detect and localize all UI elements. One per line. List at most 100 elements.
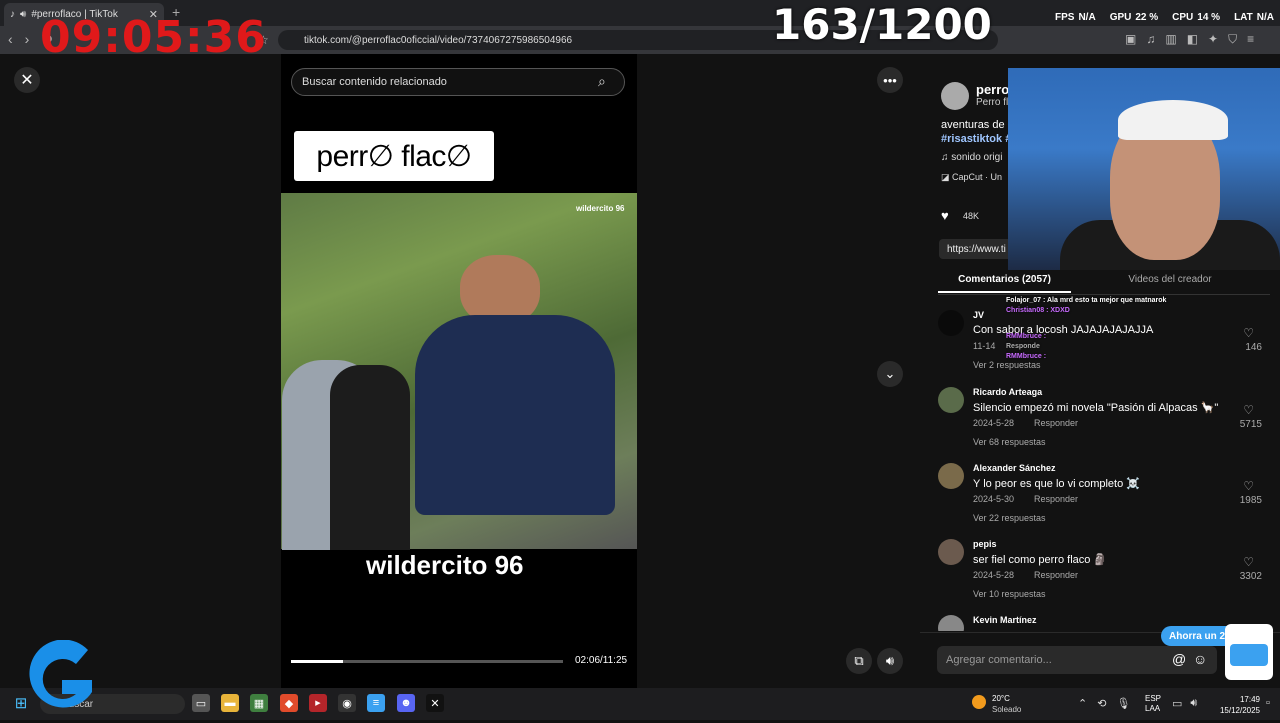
- divider: [938, 294, 1270, 295]
- wallet-icon[interactable]: ◧: [1187, 32, 1198, 47]
- avatar[interactable]: [938, 463, 964, 489]
- tab-creator-videos[interactable]: Videos del creador: [1090, 274, 1250, 285]
- language-indicator[interactable]: ESP LAA: [1145, 694, 1161, 714]
- weather-desc: Soleado: [992, 705, 1022, 714]
- audio-icon[interactable]: 🔊︎: [20, 9, 26, 20]
- like-count: 48K: [963, 211, 980, 221]
- comment-text: Silencio empezó mi novela "Pasión di Alp…: [973, 402, 1219, 414]
- comment-text: Y lo peor es que lo vi completo ☠️: [973, 478, 1140, 490]
- capcut-info[interactable]: ◪ CapCut · Un: [941, 172, 1002, 183]
- emoji-icon[interactable]: ☺: [1193, 651, 1207, 667]
- lang-code: ESP: [1145, 694, 1162, 703]
- reply-button[interactable]: Responder: [1034, 570, 1078, 580]
- capcut-app-icon[interactable]: ✕: [426, 694, 444, 712]
- mascot-body: [1230, 644, 1268, 666]
- store-icon[interactable]: ▦: [250, 694, 268, 712]
- search-icon[interactable]: ⌕: [598, 73, 606, 90]
- progress-fill: [291, 660, 343, 663]
- heart-icon[interactable]: ♡: [1243, 403, 1254, 417]
- miniplayer-icon[interactable]: ⧉: [846, 648, 872, 674]
- person-figure: [330, 365, 410, 550]
- view-replies-link[interactable]: Ver 10 respuestas: [973, 589, 1046, 599]
- more-options-icon[interactable]: •••: [877, 67, 903, 93]
- clock[interactable]: 17:49 15/12/2025: [1210, 694, 1260, 716]
- weather-temp: 20°C: [992, 694, 1010, 703]
- browser-toolbar-icons: ▣ ♫ ▥ ◧ ✦ ⛉ ≡: [1125, 32, 1254, 47]
- chat-line: Folajor_07 : Ala mrd esto ta mejor que m…: [1006, 297, 1167, 304]
- reply-button[interactable]: Responder: [1034, 494, 1078, 504]
- comment-text: ser fiel como perro flaco 🗿: [973, 554, 1108, 566]
- comment-likes: 3302: [1239, 571, 1262, 582]
- comment-date: 2024-5-28: [973, 570, 1015, 580]
- promo-text: Ahorra un 2: [1169, 630, 1226, 642]
- comment-likes: 5715: [1239, 419, 1262, 430]
- author-name[interactable]: perro: [976, 82, 1009, 97]
- video-description: aventuras de: [941, 119, 1005, 131]
- author-avatar[interactable]: [941, 82, 969, 110]
- weather-icon[interactable]: [972, 695, 986, 709]
- heart-icon[interactable]: ♡: [1243, 326, 1254, 340]
- sidebar-icon[interactable]: ▥: [1165, 32, 1176, 47]
- like-icon[interactable]: ♥: [941, 208, 949, 223]
- taskbar-time: 17:49: [1239, 695, 1260, 704]
- brave-icon[interactable]: ◆: [280, 694, 298, 712]
- comment-user[interactable]: Ricardo Arteaga: [973, 387, 1042, 397]
- avatar[interactable]: [938, 539, 964, 565]
- gpu-value: 22 %: [1135, 12, 1159, 23]
- capcut-icon: ◪: [941, 172, 953, 182]
- task-view-icon[interactable]: ▭: [192, 694, 210, 712]
- notepad-icon[interactable]: ≡: [367, 694, 385, 712]
- heart-icon[interactable]: ♡: [1243, 555, 1254, 569]
- comment-date: 11-14: [973, 341, 996, 351]
- hashtags[interactable]: #risastiktok #: [941, 133, 1011, 145]
- forward-icon[interactable]: ›: [25, 31, 30, 48]
- screenshot-icon[interactable]: ▣: [1125, 32, 1136, 47]
- discord-icon[interactable]: ☻: [397, 694, 415, 712]
- file-explorer-icon[interactable]: ▬: [221, 694, 239, 712]
- logitech-logo: [18, 639, 98, 718]
- comment-likes: 1985: [1239, 495, 1262, 506]
- sound-label: sonido origi: [951, 152, 1003, 163]
- sound-info[interactable]: ♫ sonido origi: [941, 152, 1002, 163]
- next-video-icon[interactable]: ⌄: [877, 361, 903, 387]
- back-icon[interactable]: ‹: [8, 31, 13, 48]
- video-app-icon[interactable]: ▶: [309, 694, 327, 712]
- search-placeholder: Buscar contenido relacionado: [302, 76, 447, 88]
- tiktok-icon: ♪: [10, 9, 15, 20]
- network-icon[interactable]: ▭: [1172, 697, 1182, 710]
- comment-user[interactable]: Kevin Martínez: [973, 615, 1037, 625]
- vpn-icon[interactable]: ⛉: [1228, 32, 1237, 47]
- lat-value: N/A: [1256, 12, 1275, 23]
- view-replies-link[interactable]: Ver 68 respuestas: [973, 437, 1046, 447]
- mention-icon[interactable]: @: [1172, 651, 1186, 667]
- tab-comments[interactable]: Comentarios (2057): [938, 274, 1071, 285]
- menu-icon[interactable]: ≡: [1247, 32, 1254, 47]
- lang-layout: LAA: [1145, 704, 1161, 713]
- microphone-icon[interactable]: 🎙︎: [1116, 697, 1130, 710]
- capcut-label: CapCut · Un: [952, 172, 1003, 182]
- notification-icon[interactable]: ▫: [1266, 697, 1270, 709]
- channel-logo: perr∅ flac∅: [294, 131, 494, 181]
- video-link[interactable]: https://www.ti: [939, 239, 1019, 259]
- heart-icon[interactable]: ♡: [1243, 479, 1254, 493]
- comment-user[interactable]: JV: [973, 310, 984, 320]
- view-replies-link[interactable]: Ver 22 respuestas: [973, 513, 1046, 523]
- avatar[interactable]: [938, 387, 964, 413]
- avatar[interactable]: [938, 615, 964, 631]
- performance-overlay: FPS N/A GPU 22 % CPU 14 % LAT N/A: [1055, 12, 1274, 23]
- avatar[interactable]: [938, 310, 964, 336]
- volume-icon[interactable]: 🔊︎: [877, 648, 903, 674]
- chevron-up-icon[interactable]: ⌃: [1078, 697, 1087, 710]
- close-icon[interactable]: ✕: [14, 67, 40, 93]
- speaker-icon[interactable]: 🔊︎: [1190, 697, 1197, 710]
- comment-item: pepis ser fiel como perro flaco 🗿 2024-5…: [938, 539, 1268, 609]
- comment-user[interactable]: pepis: [973, 539, 997, 549]
- obs-icon[interactable]: ◉: [338, 694, 356, 712]
- reply-button[interactable]: Responder: [1034, 418, 1078, 428]
- comment-user[interactable]: Alexander Sánchez: [973, 463, 1056, 473]
- related-search-input[interactable]: Buscar contenido relacionado: [291, 68, 625, 96]
- view-replies-link[interactable]: Ver 2 respuestas: [973, 360, 1041, 370]
- music-icon[interactable]: ♫: [1146, 32, 1155, 47]
- leo-icon[interactable]: ✦: [1208, 32, 1218, 47]
- sync-icon[interactable]: ⟲: [1097, 697, 1106, 710]
